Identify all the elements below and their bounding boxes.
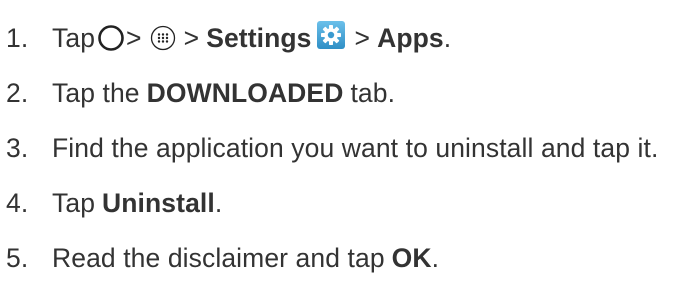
apps-label: Apps bbox=[377, 22, 444, 53]
step-number: 2. bbox=[6, 77, 29, 108]
step-1: 1. Tap > > Settings > Apps . bbox=[0, 18, 451, 58]
step-number: 4. bbox=[6, 187, 29, 218]
step-text: Tap the bbox=[52, 77, 140, 108]
step-period: . bbox=[431, 242, 440, 273]
step-number: 5. bbox=[6, 242, 29, 273]
all-apps-icon bbox=[150, 25, 176, 51]
step-4: 4. Tap Uninstall . bbox=[0, 183, 222, 223]
separator-gt: > bbox=[183, 22, 200, 53]
ok-label: OK bbox=[391, 242, 432, 273]
step-text: Read the disclaimer and tap bbox=[52, 242, 385, 273]
step-text: Tap bbox=[52, 187, 96, 218]
step-text: tab. bbox=[350, 77, 396, 108]
step-period: . bbox=[214, 187, 223, 218]
step-5: 5. Read the disclaimer and tap OK . bbox=[0, 238, 439, 278]
step-number: 1. bbox=[6, 22, 29, 53]
step-3: 3. Find the application you want to unin… bbox=[0, 128, 658, 168]
settings-label: Settings bbox=[206, 22, 312, 53]
step-2: 2. Tap the DOWNLOADED tab. bbox=[0, 73, 395, 113]
downloaded-tab-label: DOWNLOADED bbox=[146, 77, 344, 108]
instruction-steps: 1. Tap > > Settings > Apps . 2. Tap the … bbox=[0, 0, 688, 290]
separator-gt: > bbox=[354, 22, 371, 53]
settings-gear-icon bbox=[316, 20, 346, 50]
step-text-tap: Tap bbox=[52, 22, 96, 53]
step-number: 3. bbox=[6, 132, 29, 163]
step-text: Find the application you want to uninsta… bbox=[52, 132, 659, 163]
separator-gt: > bbox=[126, 22, 142, 53]
step-period: . bbox=[443, 22, 452, 53]
uninstall-label: Uninstall bbox=[102, 187, 215, 218]
home-circle-icon bbox=[97, 24, 125, 52]
